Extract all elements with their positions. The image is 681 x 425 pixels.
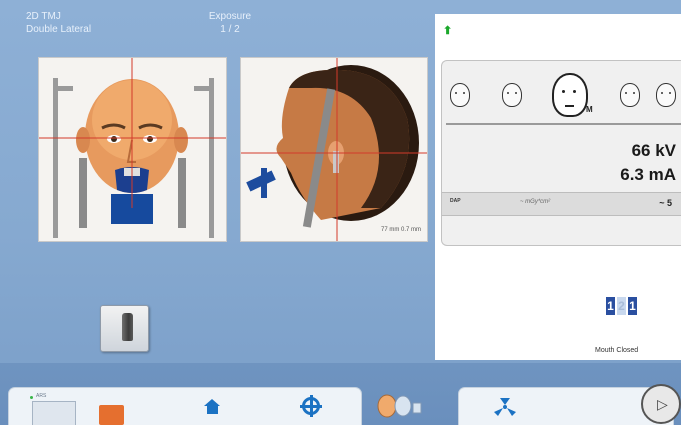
settings-panel: ⬆ M 66 kV 6.3 mA DAP ~ mGy*cm² ~ 5 1 2 1 [435, 14, 681, 360]
mini-panel-label: ARS [36, 393, 47, 399]
positioning-target-icon[interactable] [300, 395, 322, 417]
sensor-holder-button[interactable] [100, 305, 149, 352]
bottom-toolbar: ARS [0, 363, 681, 425]
patient-size-xs-icon[interactable] [450, 83, 470, 107]
home-icon[interactable] [204, 399, 221, 414]
mouth-digit-1: 1 [606, 297, 615, 315]
patient-size-s-icon[interactable] [502, 83, 522, 107]
mouth-position-indicator[interactable]: 1 2 1 [606, 297, 638, 315]
ma-value[interactable]: 6.3 mA [620, 165, 676, 185]
selected-size-label: M [586, 105, 593, 114]
dose-label: DAP [450, 198, 461, 204]
dose-unit: ~ mGy*cm² [520, 199, 551, 205]
phase-label: Exposure [208, 11, 252, 22]
front-head-illustration [39, 58, 226, 241]
exposure-info: Exposure 1 / 2 [200, 10, 260, 36]
mouth-digit-2: 2 [617, 297, 626, 315]
thumbnail-panel[interactable] [32, 401, 76, 425]
divider [446, 123, 681, 125]
patient-size-l-icon[interactable] [620, 83, 640, 107]
program-mode: Double Lateral [26, 24, 92, 35]
front-view-preview [38, 57, 227, 242]
mouth-state-label: Mouth Closed [595, 347, 639, 354]
program-info: 2D TMJ Double Lateral [26, 10, 91, 36]
side-view-caption: 77 mm 0.7 mm [380, 227, 421, 233]
side-head-illustration [241, 58, 427, 241]
start-exposure-button[interactable]: ▷ [641, 384, 681, 424]
exposure-settings-frame: M 66 kV 6.3 mA DAP ~ mGy*cm² ~ 5 [441, 60, 681, 246]
orange-chip-icon[interactable] [99, 405, 124, 425]
xray-acquisition-screen: 2D TMJ Double Lateral Exposure 1 / 2 77 … [0, 0, 681, 425]
mouth-digit-3: 1 [628, 297, 637, 315]
radiation-icon[interactable] [494, 398, 516, 416]
patient-icon[interactable] [374, 393, 424, 419]
dose-value: ~ 5 [659, 198, 672, 208]
program-name: 2D TMJ [26, 11, 61, 22]
side-view-preview: 77 mm 0.7 mm [240, 57, 428, 242]
patient-size-m-icon[interactable] [552, 73, 588, 117]
up-arrow-icon[interactable]: ⬆ [443, 24, 452, 37]
patient-size-xl-icon[interactable] [656, 83, 676, 107]
play-icon: ▷ [657, 396, 668, 412]
patient-size-selector: M [442, 69, 681, 129]
phase-counter: 1 / 2 [220, 24, 240, 35]
kv-value[interactable]: 66 kV [632, 141, 676, 161]
dose-bar: DAP ~ mGy*cm² ~ 5 [442, 192, 681, 216]
sensor-icon [122, 313, 133, 341]
status-dot [30, 396, 33, 399]
